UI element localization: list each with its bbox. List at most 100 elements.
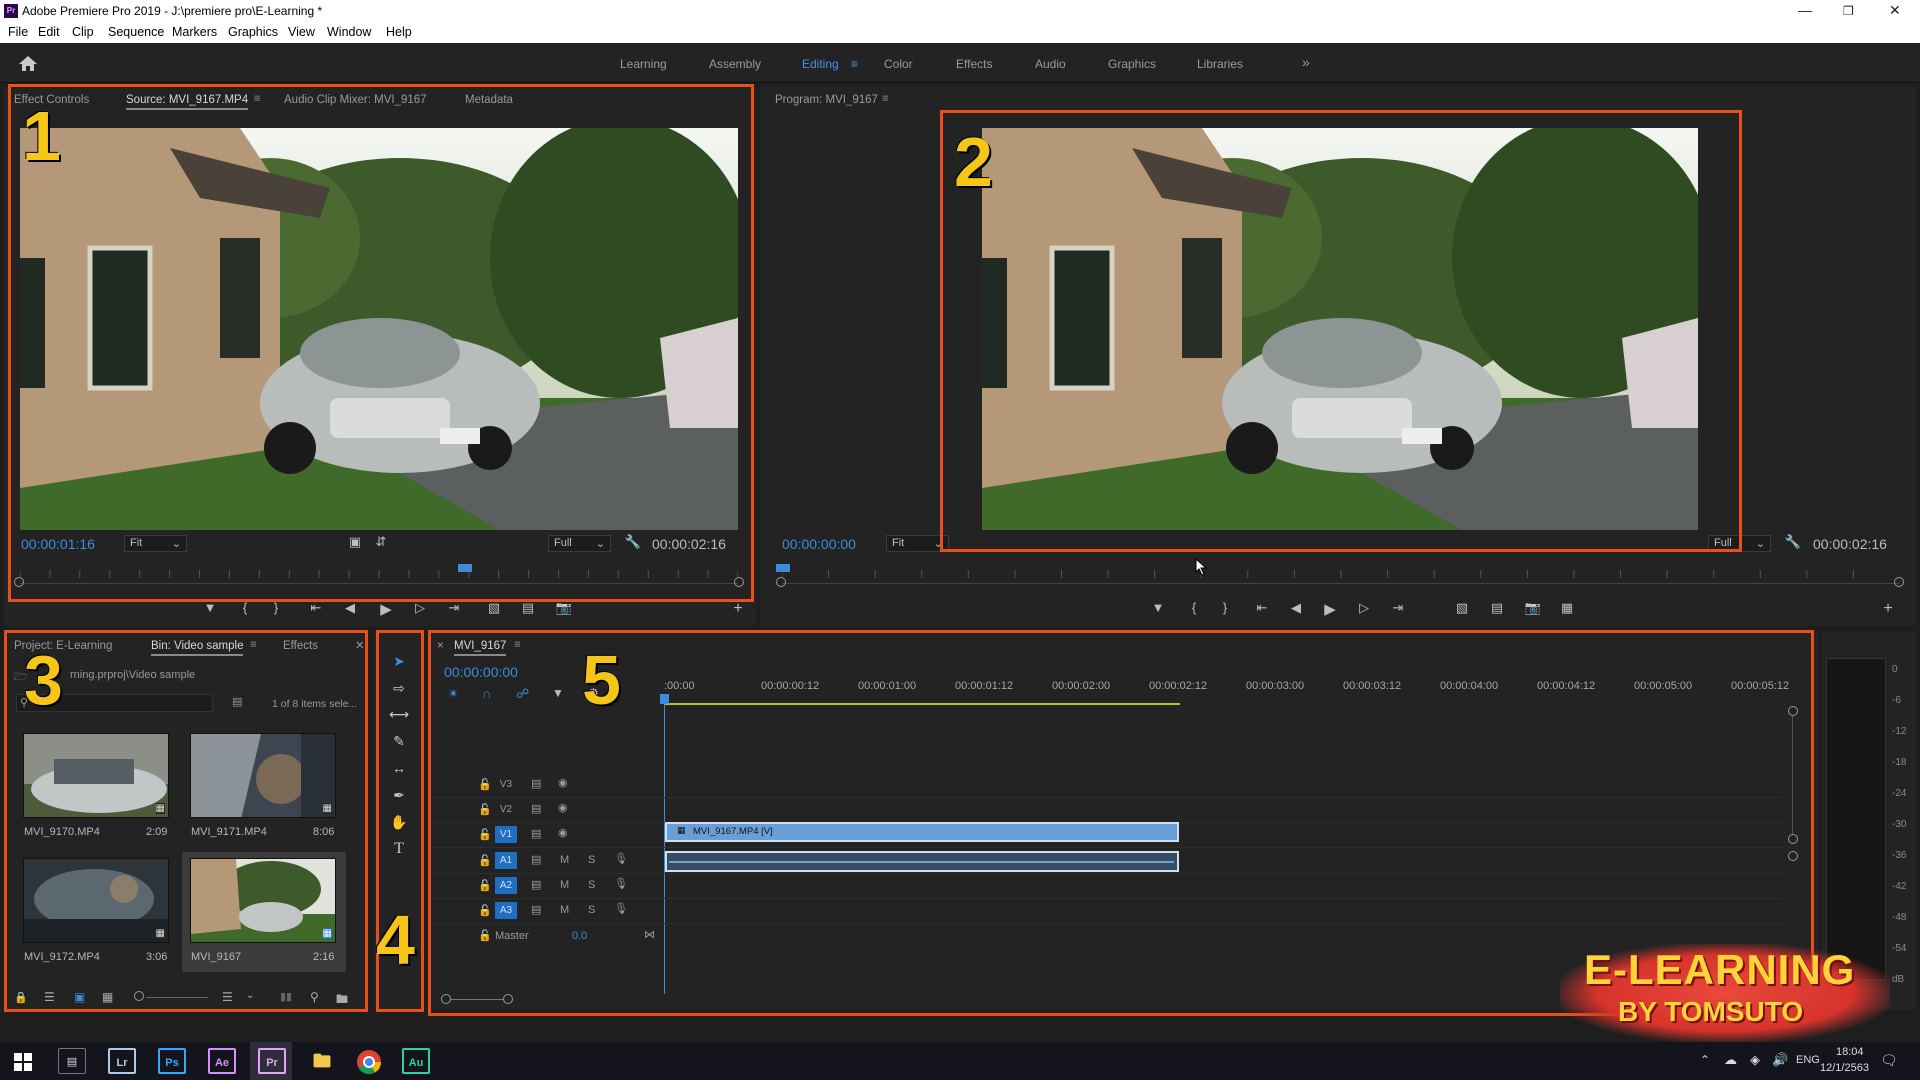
language-indicator[interactable]: ENG xyxy=(1796,1054,1820,1066)
add-marker-icon[interactable]: ▼ xyxy=(552,686,564,700)
solo-button[interactable]: S xyxy=(588,904,595,916)
wifi-icon[interactable]: ◈ xyxy=(1750,1052,1760,1068)
track-lock-icon[interactable]: 🔓 xyxy=(478,904,492,917)
add-marker-icon[interactable]: ▼ xyxy=(1148,600,1168,615)
menu-graphics[interactable]: Graphics xyxy=(228,25,278,39)
audition-icon[interactable]: Au xyxy=(402,1048,430,1074)
hand-tool-icon[interactable]: ✋ xyxy=(388,811,410,833)
clock-time[interactable]: 18:04 xyxy=(1836,1046,1864,1058)
track-select-tool-icon[interactable]: ⇨ xyxy=(388,677,410,699)
menu-view[interactable]: View xyxy=(288,25,315,39)
vertical-zoom-handle-mid[interactable] xyxy=(1788,834,1798,844)
timeline-playhead[interactable] xyxy=(664,694,665,994)
tab-audio-clip-mixer[interactable]: Audio Clip Mixer: MVI_9167 xyxy=(284,94,427,106)
microphone-icon[interactable]: 🎙 xyxy=(614,902,628,915)
timeline-playhead-head[interactable] xyxy=(660,694,669,704)
mute-button[interactable]: M xyxy=(560,904,569,916)
vertical-scroll-track[interactable] xyxy=(1792,716,1793,834)
sync-lock-icon[interactable]: ▤ xyxy=(531,777,541,790)
master-lock-icon[interactable]: 🔓 xyxy=(478,929,492,942)
timeline-panel-menu-icon[interactable]: ≡ xyxy=(514,639,521,651)
step-back-icon[interactable]: ◀ xyxy=(1286,600,1306,616)
source-playhead[interactable] xyxy=(458,564,473,572)
work-area-bar[interactable] xyxy=(664,703,1180,705)
tab-sequence[interactable]: MVI_9167 xyxy=(454,640,507,656)
menu-edit[interactable]: Edit xyxy=(38,25,60,39)
thumbnail-mvi-9170[interactable]: ▦ xyxy=(23,733,169,818)
source-zoom-handle-right[interactable] xyxy=(734,577,744,587)
mute-button[interactable]: M xyxy=(560,854,569,866)
razor-tool-icon[interactable]: ✎ xyxy=(388,730,410,752)
linked-selection-icon[interactable]: ☍ xyxy=(516,686,529,702)
go-to-out-icon[interactable]: ⇥ xyxy=(444,600,464,616)
track-label[interactable]: V3 xyxy=(495,776,517,793)
timeline-zoom-track[interactable] xyxy=(451,999,503,1000)
windows-start-icon[interactable] xyxy=(14,1053,32,1071)
premiere-pro-icon[interactable]: Pr xyxy=(258,1048,286,1074)
program-panel-menu-icon[interactable]: ≡ xyxy=(882,93,889,105)
thumbnail-mvi-9172[interactable]: ▦ xyxy=(23,858,169,943)
minimize-icon[interactable]: — xyxy=(1798,2,1812,18)
mark-in-icon[interactable]: { xyxy=(235,600,255,615)
sync-lock-icon[interactable]: ▤ xyxy=(531,853,541,866)
chrome-icon[interactable] xyxy=(356,1049,382,1075)
drag-video-icon[interactable]: ⇵ xyxy=(371,534,391,550)
tab-metadata[interactable]: Metadata xyxy=(465,94,513,106)
menu-window[interactable]: Window xyxy=(327,25,371,39)
export-frame-icon[interactable]: 📷 xyxy=(1523,600,1543,616)
overwrite-icon[interactable]: ▤ xyxy=(518,600,538,616)
more-workspaces-icon[interactable]: » xyxy=(1302,54,1310,70)
workspace-graphics[interactable]: Graphics xyxy=(1108,57,1156,71)
workspace-audio[interactable]: Audio xyxy=(1035,57,1066,71)
track-lock-icon[interactable]: 🔓 xyxy=(478,803,492,816)
mark-in-icon[interactable]: { xyxy=(1184,600,1204,615)
mark-out-icon[interactable]: } xyxy=(266,600,286,615)
source-timecode[interactable]: 00:00:01:16 xyxy=(21,536,95,552)
mark-out-icon[interactable]: } xyxy=(1215,600,1235,615)
icon-view-icon[interactable]: ▣ xyxy=(74,990,85,1004)
track-label[interactable]: A2 xyxy=(495,877,517,894)
insert-icon[interactable]: ▧ xyxy=(484,600,504,616)
track-label[interactable]: V2 xyxy=(495,801,517,818)
file-explorer-icon[interactable]: 🖿 xyxy=(308,1048,336,1074)
play-icon[interactable]: ▶ xyxy=(1320,600,1340,618)
track-lock-icon[interactable]: 🔓 xyxy=(478,854,492,867)
tab-bin[interactable]: Bin: Video sample xyxy=(151,640,244,656)
lock-icon[interactable]: 🔒 xyxy=(14,991,28,1004)
workspace-menu-icon[interactable]: ≡ xyxy=(851,57,858,71)
snap-magnet-icon[interactable]: ∩ xyxy=(482,686,491,701)
workspace-effects[interactable]: Effects xyxy=(956,57,992,71)
thumbnail-mvi-9167[interactable]: ▦ xyxy=(190,858,336,943)
new-search-bin-icon[interactable]: ▤ xyxy=(232,695,242,708)
workspace-color[interactable]: Color xyxy=(884,57,913,71)
pen-tool-icon[interactable]: ✒ xyxy=(388,784,410,806)
program-zoom-bar[interactable] xyxy=(782,583,1900,584)
program-timecode[interactable]: 00:00:00:00 xyxy=(782,536,856,552)
eye-icon[interactable]: ◉ xyxy=(558,776,568,789)
menu-sequence[interactable]: Sequence xyxy=(108,25,164,39)
video-clip[interactable]: ▦ MVI_9167.MP4 [V] xyxy=(665,822,1179,842)
solo-button[interactable]: S xyxy=(588,879,595,891)
timeline-timecode[interactable]: 00:00:00:00 xyxy=(444,664,518,680)
eye-icon[interactable]: ◉ xyxy=(558,801,568,814)
notifications-icon[interactable]: 🗨 xyxy=(1880,1052,1898,1069)
microphone-icon[interactable]: 🎙 xyxy=(614,852,628,865)
volume-icon[interactable]: 🔊 xyxy=(1772,1052,1788,1068)
onedrive-icon[interactable]: ☁ xyxy=(1724,1052,1737,1068)
freeform-view-icon[interactable]: ▦ xyxy=(102,990,113,1004)
menu-file[interactable]: File xyxy=(8,25,28,39)
source-zoom-select[interactable]: Fit ⌄ xyxy=(124,535,187,552)
sort-icon[interactable]: ☰ xyxy=(222,990,233,1004)
timeline-zoom-right[interactable] xyxy=(503,994,513,1004)
automate-icon[interactable]: ▮▮ xyxy=(280,990,292,1003)
thumbnail-mvi-9171[interactable]: ▦ xyxy=(190,733,336,818)
close-sequence-icon[interactable]: × xyxy=(437,640,444,652)
sync-lock-icon[interactable]: ▤ xyxy=(531,827,541,840)
comparison-view-icon[interactable]: ▦ xyxy=(1557,600,1577,616)
menu-help[interactable]: Help xyxy=(386,25,412,39)
tab-program[interactable]: Program: MVI_9167 xyxy=(775,94,878,106)
nest-sequence-icon[interactable]: ✴ xyxy=(448,686,459,702)
new-bin-icon[interactable]: 🖿 xyxy=(336,990,348,1011)
menu-markers[interactable]: Markers xyxy=(172,25,217,39)
slip-tool-icon[interactable]: ↔ xyxy=(388,757,410,779)
